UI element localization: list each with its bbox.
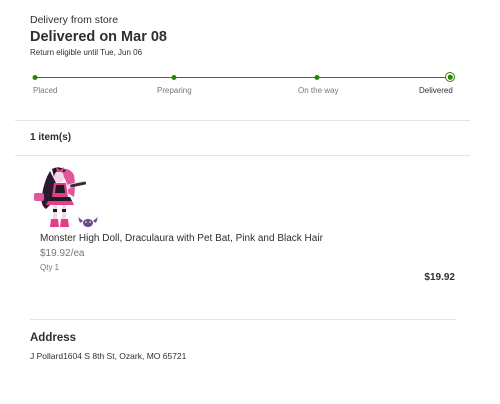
items-count-heading: 1 item(s)	[30, 132, 72, 143]
step-dot-placed	[32, 74, 38, 80]
section-divider	[15, 120, 470, 121]
step-dot-preparing	[171, 74, 177, 80]
step-label-placed: Placed	[33, 86, 58, 95]
delivery-method-label: Delivery from store	[30, 14, 119, 26]
step-dot-on-the-way	[314, 74, 320, 80]
address-text: J Pollard1604 S 8th St, Ozark, MO 65721	[30, 351, 187, 361]
section-divider	[30, 319, 456, 320]
step-dot-delivered-current	[445, 72, 455, 82]
delivery-status-title: Delivered on Mar 08	[30, 29, 167, 45]
address-heading: Address	[30, 332, 77, 344]
step-label-delivered: Delivered	[419, 86, 453, 95]
step-label-preparing: Preparing	[157, 86, 192, 95]
step-label-on-the-way: On the way	[298, 86, 339, 95]
product-total-price: $19.92	[424, 272, 455, 283]
progress-line	[35, 76, 451, 78]
doll-product-image[interactable]	[30, 163, 98, 231]
product-quantity: Qty 1	[40, 263, 60, 272]
order-progress-tracker	[32, 72, 455, 82]
product-name-link[interactable]: Monster High Doll, Draculaura with Pet B…	[40, 233, 323, 244]
return-eligibility-note: Return eligible until Tue, Jun 06	[30, 48, 143, 57]
product-unit-price: $19.92/ea	[40, 248, 85, 259]
section-divider	[15, 155, 470, 156]
